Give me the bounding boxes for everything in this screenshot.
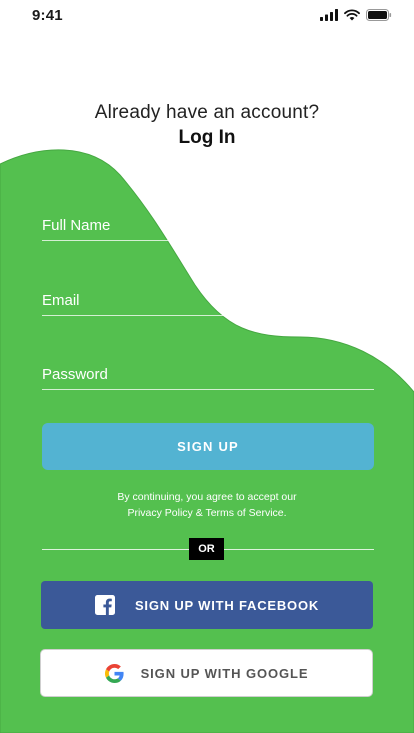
google-icon [105,663,125,683]
terms-ampersand: & [192,507,206,519]
full-name-input[interactable] [42,205,374,240]
full-name-field [42,205,374,241]
google-signup-button[interactable]: SIGN UP WITH GOOGLE [40,649,373,697]
password-input[interactable] [42,354,374,389]
wifi-icon [344,9,360,21]
status-icons [320,9,392,21]
terms-links-line: Privacy Policy & Terms of Service. [0,505,414,521]
terms-period: . [283,507,287,519]
or-divider-label: OR [189,538,224,560]
status-bar: 9:41 [0,0,414,32]
sign-up-button[interactable]: SIGN UP [42,423,374,470]
email-field [42,280,374,316]
facebook-signup-button[interactable]: SIGN UP WITH FACEBOOK [41,581,373,629]
status-time: 9:41 [32,7,63,24]
google-signup-label: SIGN UP WITH GOOGLE [140,665,309,681]
login-link[interactable]: Log In [179,127,236,149]
facebook-signup-label: SIGN UP WITH FACEBOOK [134,597,320,613]
privacy-policy-link[interactable]: Privacy Policy [127,507,192,519]
terms-line: By continuing, you agree to accept our [117,491,297,503]
facebook-icon [94,595,115,615]
password-field [42,354,374,390]
already-have-account-text: Already have an account? [94,102,320,123]
login-prompt: Already have an account? Log In [0,102,414,149]
terms-notice: By continuing, you agree to accept our P… [0,489,414,521]
signup-screen: 9:41 Already have an account? Log In Ful… [0,0,414,733]
battery-icon [366,9,392,21]
terms-of-service-link[interactable]: Terms of Service [205,507,283,519]
email-input[interactable] [42,280,374,315]
cellular-signal-icon [320,9,338,21]
